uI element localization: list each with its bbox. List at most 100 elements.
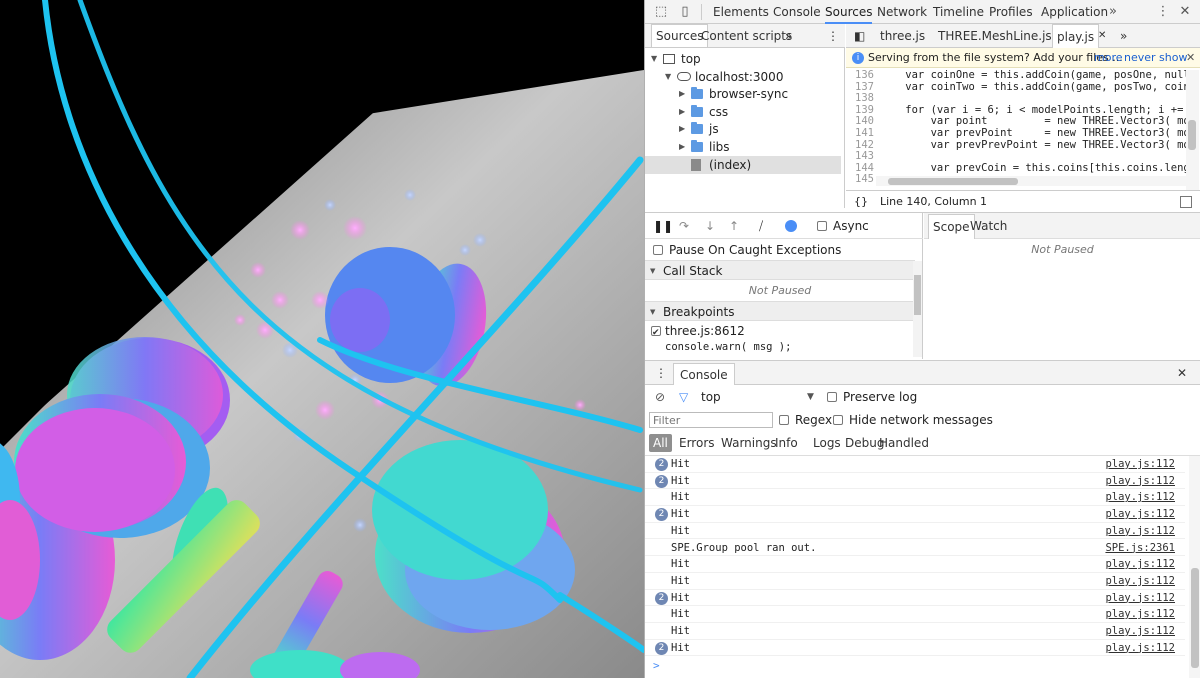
pause-icon[interactable]: ❚❚ [653,213,673,239]
console-source-link[interactable]: SPE.js:2361 [1105,540,1175,557]
console-scrollbar[interactable] [1189,456,1200,678]
context-select[interactable]: top [701,386,721,408]
editor-hscrollbar[interactable] [876,176,1186,186]
console-filter-input[interactable] [649,412,773,428]
editor-vscrollbar[interactable] [1186,70,1199,200]
line-number[interactable]: 141 [846,127,874,140]
level-filter-all[interactable]: All [649,434,672,452]
console-source-link[interactable]: play.js:112 [1105,556,1175,573]
menu-icon[interactable]: ⋮ [1153,0,1173,24]
level-filter-info[interactable]: Info [771,434,802,452]
tree-item[interactable]: (index) [645,155,841,174]
game-canvas[interactable] [0,0,644,678]
console-source-link[interactable]: play.js:112 [1105,606,1175,623]
nav-tab-sources[interactable]: Sources [651,24,709,47]
console-source-link[interactable]: play.js:112 [1105,506,1175,523]
hide-network-checkbox[interactable] [833,415,843,425]
breakpoint-checkbox[interactable] [651,324,661,342]
console-source-link[interactable]: play.js:112 [1105,473,1175,490]
editor-tab-close-icon[interactable]: ✕ [1098,24,1106,48]
nav-menu-icon[interactable]: ⋮ [827,24,839,48]
more-tabs-icon[interactable]: » [1103,0,1123,24]
console-source-link[interactable]: play.js:112 [1105,456,1175,473]
editor-more-tabs-icon[interactable]: » [1120,24,1127,48]
tab-sources[interactable]: Sources [825,0,873,24]
tab-application[interactable]: Application [1041,0,1108,24]
line-number[interactable]: 138 [846,93,874,105]
async-checkbox[interactable] [817,221,827,231]
tab-network[interactable]: Network [877,0,927,24]
level-filter-logs[interactable]: Logs [809,434,845,452]
preserve-log-checkbox[interactable] [827,392,837,402]
disclosure-triangle-icon[interactable]: ▶ [679,138,685,156]
pause-caught-label: Pause On Caught Exceptions [669,243,842,257]
tree-item-label: css [709,104,729,119]
step-into-icon[interactable]: ↓ [705,213,715,239]
tree-item[interactable]: ▼ localhost:3000 [645,68,841,86]
drawer-menu-icon[interactable]: ⋮ [655,361,667,385]
tree-item[interactable]: ▼ top [645,50,841,68]
console-source-link[interactable]: play.js:112 [1105,489,1175,506]
step-over-icon[interactable]: ↷ [679,213,689,239]
editor-tab[interactable]: three.js [880,24,925,48]
breakpoints-header[interactable]: Breakpoints [645,301,915,322]
nav-tab-content-scripts[interactable]: Content scripts [701,24,792,48]
pause-on-exceptions-icon[interactable] [785,220,797,232]
tree-item[interactable]: ▶ browser-sync [645,85,841,103]
toggle-debugger-icon[interactable] [1180,196,1192,208]
editor-tab[interactable]: THREE.MeshLine.js [938,24,1052,48]
disclosure-triangle-icon[interactable]: ▼ [651,50,657,68]
repeat-count-badge: 2 [655,641,668,655]
nav-more-icon[interactable]: » [785,24,792,48]
code-text: var coinOne = this.addCoin(game, posOne,… [880,70,1191,81]
context-dropdown-icon[interactable]: ▼ [807,386,814,408]
console-source-link[interactable]: play.js:112 [1105,573,1175,590]
line-number[interactable]: 145 [846,174,874,186]
clear-console-icon[interactable]: ⊘ [655,386,665,408]
filter-icon[interactable]: ▽ [679,386,688,408]
console-source-link[interactable]: play.js:112 [1105,523,1175,540]
tree-item[interactable]: ▶ libs [645,138,841,156]
tab-profiles[interactable]: Profiles [989,0,1033,24]
tree-item[interactable]: ▶ js [645,120,841,138]
tree-item[interactable]: ▶ css [645,103,841,121]
breakpoint-file[interactable]: three.js:8612 [665,322,745,340]
regex-checkbox[interactable] [779,415,789,425]
debugger-scrollbar[interactable] [913,261,922,357]
line-number[interactable]: 136 [846,70,874,82]
level-filter-errors[interactable]: Errors [675,434,719,452]
step-out-icon[interactable]: ↑ [729,213,739,239]
toggle-navigator-icon[interactable]: ◧ [854,24,865,48]
tab-console[interactable]: Console [773,0,821,24]
tab-timeline[interactable]: Timeline [933,0,984,24]
infobar-close-icon[interactable]: ✕ [1186,48,1195,68]
code-line: 137 var coinTwo = this.addCoin(game, pos… [846,81,1191,94]
editor-tab[interactable]: play.js [1052,24,1100,48]
tab-scope[interactable]: Scope [928,214,975,239]
drawer-close-icon[interactable]: ✕ [1177,361,1187,385]
disclosure-triangle-icon[interactable]: ▶ [679,103,685,121]
infobar-never-link[interactable]: never show [1124,48,1187,68]
console-source-link[interactable]: play.js:112 [1105,640,1175,657]
console-tab[interactable]: Console [673,363,735,385]
folder-icon [691,122,703,135]
close-devtools-icon[interactable]: ✕ [1175,0,1195,24]
call-stack-header[interactable]: Call Stack [645,260,915,281]
disclosure-triangle-icon[interactable]: ▶ [679,85,685,103]
level-filter-handled[interactable]: Handled [875,434,933,452]
console-source-link[interactable]: play.js:112 [1105,590,1175,607]
disclosure-triangle-icon[interactable]: ▶ [679,120,685,138]
console-prompt[interactable]: > [653,659,660,672]
pretty-print-icon[interactable]: {} [854,191,868,213]
device-mode-icon[interactable]: ▯ [675,0,695,24]
disclosure-triangle-icon[interactable]: ▼ [665,68,671,86]
infobar-more-link[interactable]: more [1094,48,1123,68]
inspect-element-icon[interactable]: ⬚ [651,0,671,24]
console-source-link[interactable]: play.js:112 [1105,623,1175,640]
tab-elements[interactable]: Elements [713,0,769,24]
deactivate-breakpoints-icon[interactable]: ⧸ [759,213,763,239]
line-number[interactable]: 143 [846,151,874,163]
pause-caught-checkbox[interactable] [653,245,663,255]
preserve-log-label: Preserve log [843,390,918,404]
tab-watch[interactable]: Watch [970,214,1007,239]
